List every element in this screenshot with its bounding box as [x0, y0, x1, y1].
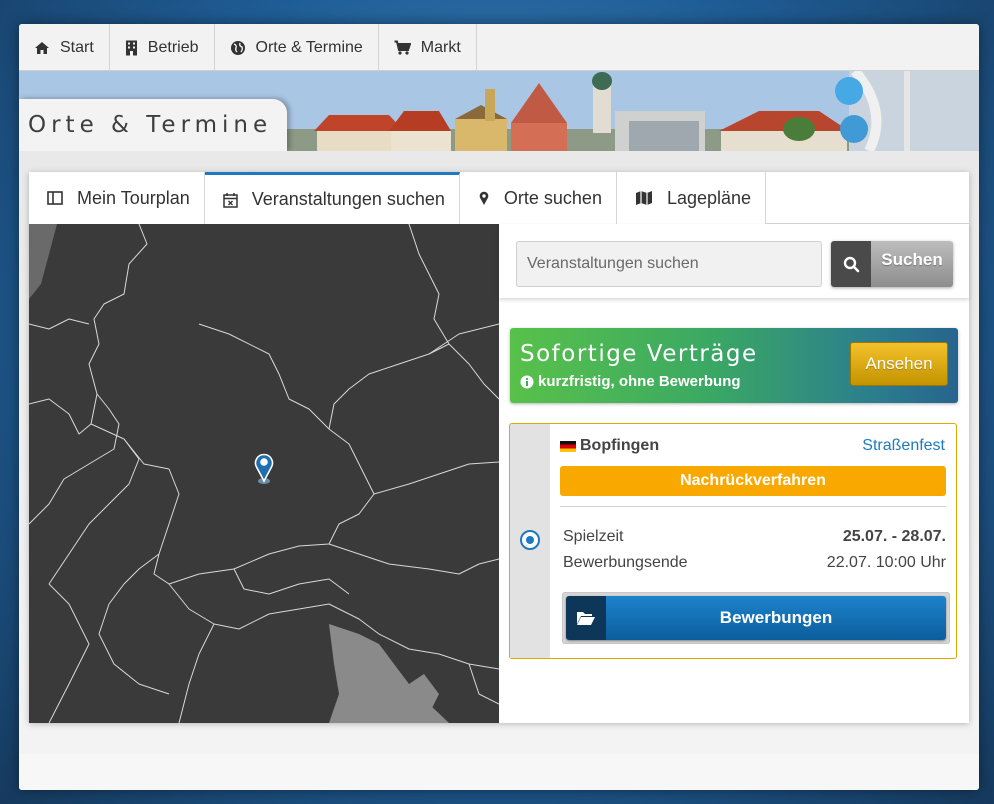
tab-lageplaene-label: Lagepläne [666, 187, 752, 208]
search-button-icon-area [831, 241, 871, 287]
info-icon [520, 375, 534, 388]
home-icon [35, 41, 49, 54]
nav-start[interactable]: Start [19, 24, 110, 71]
header-banner: Orte & Termine [19, 71, 979, 151]
search-bar: Suchen [499, 224, 969, 298]
folder-open-icon [577, 612, 595, 625]
nav-markt[interactable]: Markt [379, 24, 477, 71]
promo-title: Sofortige Verträge [520, 341, 758, 367]
event-row-value: 25.07. - 28.07. [842, 528, 946, 545]
promo-subtitle-text: kurzfristig, ohne Bewerbung [538, 373, 741, 390]
promo-subtitle: kurzfristig, ohne Bewerbung [520, 373, 741, 390]
nav-start-label: Start [60, 38, 94, 56]
tab-orte-suchen-label: Orte suchen [503, 187, 602, 208]
map-view[interactable] [29, 224, 499, 723]
apply-button-wrapper: Bewerbungen [562, 592, 950, 644]
nav-orte-termine-label: Orte & Termine [255, 38, 363, 56]
nav-betrieb-label: Betrieb [147, 38, 199, 56]
event-place: Bopfingen [560, 437, 659, 455]
search-button-label: Suchen [871, 241, 953, 287]
tab-bar: Mein Tourplan Veranstaltungen suchen Ort… [29, 172, 969, 224]
event-type-link[interactable]: Straßenfest [862, 437, 945, 455]
page-title: Orte & Termine [28, 112, 273, 138]
map-marker-icon [479, 191, 489, 205]
divider [560, 506, 946, 507]
search-results-panel: Suchen Sofortige Verträge kurzfristig, o… [499, 224, 969, 723]
event-row-label: Bewerbungsende [563, 554, 688, 571]
cart-icon [394, 40, 411, 55]
promo-view-button[interactable]: Ansehen [850, 342, 948, 386]
top-navigation: Start Betrieb Orte & Termine Markt [19, 24, 979, 71]
calendar-x-icon [223, 192, 238, 208]
tab-mein-tourplan-label: Mein Tourplan [77, 187, 190, 208]
nav-orte-termine[interactable]: Orte & Termine [215, 24, 379, 71]
columns-icon [47, 191, 63, 205]
search-button[interactable]: Suchen [831, 241, 953, 287]
tab-lageplaene[interactable]: Lagepläne [616, 172, 767, 224]
germany-flag-icon [560, 440, 576, 452]
map-icon [635, 191, 652, 205]
event-row-spielzeit: Spielzeit 25.07. - 28.07. [563, 528, 946, 546]
applications-button-label: Bewerbungen [606, 596, 946, 640]
location-pin-icon[interactable] [253, 451, 275, 485]
search-icon [843, 256, 859, 272]
promo-banner: Sofortige Verträge kurzfristig, ohne Bew… [510, 328, 958, 403]
event-row-label: Spielzeit [563, 528, 624, 545]
tab-veranstaltungen-suchen-label: Veranstaltungen suchen [251, 189, 445, 209]
banner-title-box: Orte & Termine [19, 99, 287, 151]
event-select-column [510, 424, 550, 658]
building-icon [125, 40, 137, 55]
nav-betrieb[interactable]: Betrieb [110, 24, 215, 71]
event-select-radio[interactable] [520, 530, 540, 550]
app-window: Start Betrieb Orte & Termine Markt Orte … [19, 24, 979, 790]
search-input[interactable] [516, 241, 822, 287]
nav-markt-label: Markt [420, 38, 461, 56]
tab-orte-suchen[interactable]: Orte suchen [459, 172, 617, 224]
tab-veranstaltungen-suchen[interactable]: Veranstaltungen suchen [204, 172, 460, 224]
footer-strip [19, 754, 979, 790]
applications-button[interactable]: Bewerbungen [566, 596, 946, 640]
event-card: Bopfingen Straßenfest Nachrückverfahren … [509, 423, 957, 659]
globe-icon [230, 40, 245, 55]
event-row-bewerbungsende: Bewerbungsende 22.07. 10:00 Uhr [563, 554, 946, 572]
tab-mein-tourplan[interactable]: Mein Tourplan [29, 172, 205, 224]
event-row-value: 22.07. 10:00 Uhr [826, 554, 946, 571]
applications-button-icon-area [566, 596, 606, 640]
main-panel: Mein Tourplan Veranstaltungen suchen Ort… [29, 172, 969, 723]
event-status-badge: Nachrückverfahren [560, 466, 946, 496]
event-place-name: Bopfingen [580, 437, 660, 454]
